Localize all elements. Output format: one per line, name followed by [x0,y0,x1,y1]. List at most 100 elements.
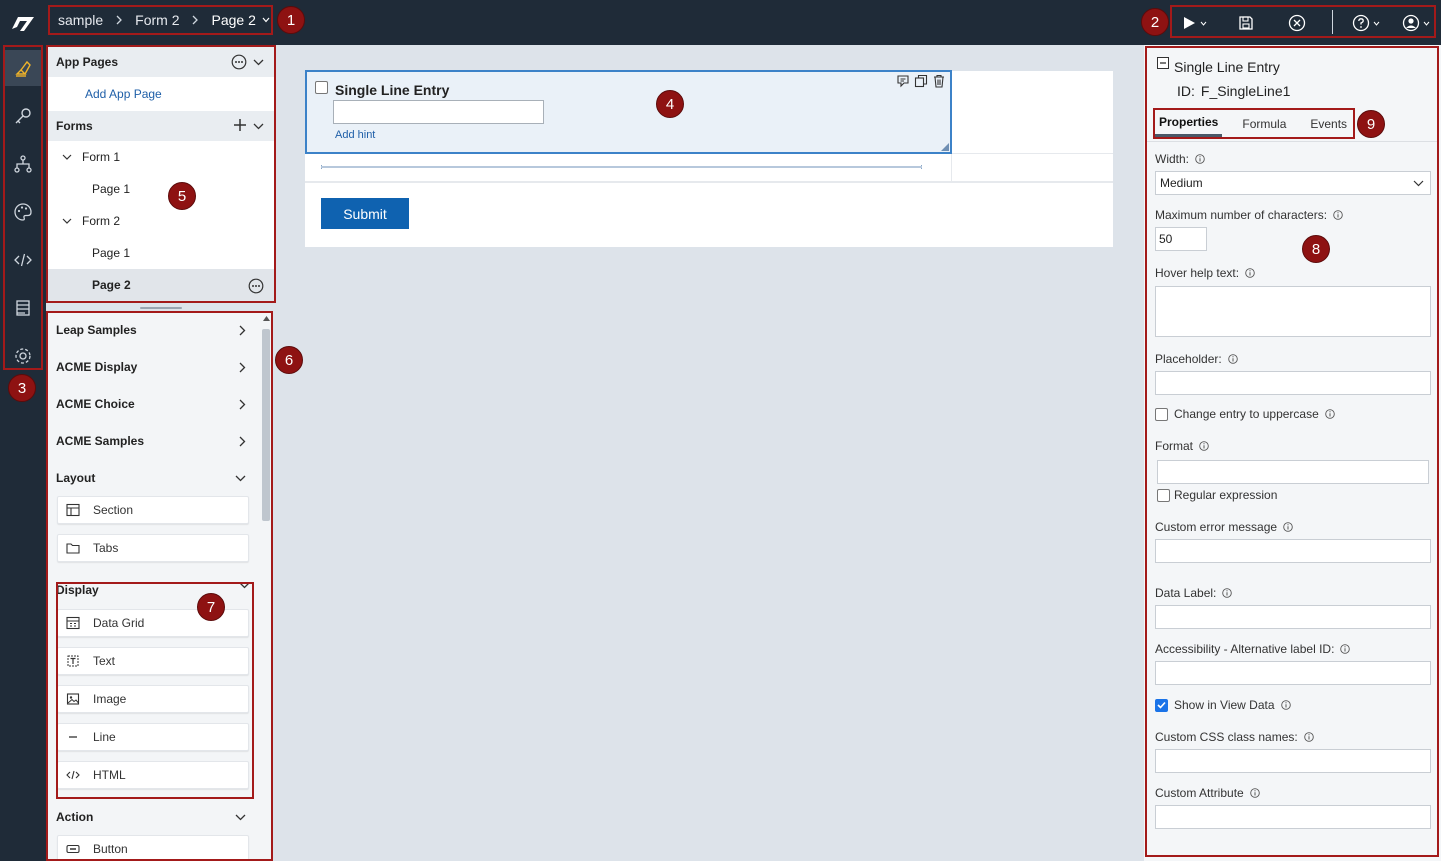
scroll-up-icon[interactable] [263,316,270,321]
save-icon [1238,15,1254,31]
chevron-right-icon [239,362,246,373]
code-icon [66,768,80,782]
tab-events[interactable]: Events [1306,110,1351,137]
annotation-badge-2: 2 [1141,8,1169,36]
category-label: Leap Samples [56,323,137,337]
palette-item-label: Image [93,692,127,706]
forms-header: Forms [48,111,274,141]
data-label-input[interactable] [1155,605,1431,629]
field-text-input[interactable] [333,100,544,124]
info-icon [1325,409,1335,419]
tree-item-label: Form 2 [82,214,121,228]
tree-item-form-2[interactable]: Form 2 [48,205,274,237]
duplicate-icon[interactable] [914,74,928,88]
chevron-down-icon[interactable] [253,59,264,66]
comment-icon[interactable] [896,74,910,88]
category-action[interactable]: Action [56,804,248,830]
resize-handle[interactable] [140,307,182,309]
width-label: Width: [1155,152,1205,166]
annotation-badge-9: 9 [1357,110,1385,138]
pages-tree-panel: App Pages Add App Page Forms Form 1 Page… [46,45,276,303]
show-view-data-checkbox[interactable] [1155,698,1168,712]
more-options-icon[interactable] [248,278,264,294]
max-chars-input[interactable]: 50 [1155,227,1207,251]
add-hint-link[interactable]: Add hint [335,129,375,141]
field-select-checkbox[interactable] [315,81,328,94]
info-icon [1303,732,1314,742]
info-icon [1195,154,1205,164]
palette-item-label: Tabs [93,541,119,555]
toolbar-divider [1332,10,1333,34]
resize-corner-icon[interactable] [941,143,949,151]
tab-formula[interactable]: Formula [1238,110,1290,137]
custom-error-input[interactable] [1155,539,1431,563]
regex-option: Regular expression [1157,488,1277,502]
chevron-down-icon[interactable] [262,17,270,23]
app-pages-title: App Pages [56,55,119,69]
palette-item-section[interactable]: Section [57,496,249,524]
chevron-down-icon [235,814,246,821]
palette-item-text[interactable]: Text [57,647,249,675]
plus-icon[interactable] [233,118,247,132]
single-line-entry-field[interactable]: Single Line Entry Add hint [305,70,952,154]
category-acme-choice[interactable]: ACME Choice [56,391,248,417]
breadcrumb-form[interactable]: Form 2 [135,12,179,28]
category-acme-samples[interactable]: ACME Samples [56,428,248,454]
add-app-page-link[interactable]: Add App Page [48,77,274,111]
chevron-down-icon[interactable] [62,216,72,226]
tree-item-label: Page 1 [92,182,131,196]
line-icon [66,730,80,744]
chevron-down-icon [235,475,246,482]
tree-item-form1-page-1[interactable]: Page 1 [48,173,274,205]
tree-item-form-1[interactable]: Form 1 [48,141,274,173]
palette-item-line[interactable]: Line [57,723,249,751]
line-element[interactable] [321,165,922,169]
more-options-icon[interactable] [231,54,247,70]
palette-item-image[interactable]: Image [57,685,249,713]
text-icon [66,654,80,668]
chevron-down-icon[interactable] [253,123,264,130]
info-icon [1333,210,1343,220]
hover-help-textarea[interactable] [1155,286,1431,337]
help-button[interactable] [1352,13,1380,33]
category-layout[interactable]: Layout [56,465,248,491]
info-icon [1222,588,1233,598]
user-menu-button[interactable] [1402,13,1430,33]
collapse-icon[interactable] [1157,57,1169,69]
accessibility-input[interactable] [1155,661,1431,685]
custom-attribute-input[interactable] [1155,805,1431,829]
submit-button[interactable]: Submit [321,198,409,229]
palette-item-label: Data Grid [93,616,145,630]
chevron-down-icon [1200,21,1207,26]
placeholder-label: Placeholder: [1155,352,1238,366]
format-label-text: Format [1155,439,1194,453]
section-icon [66,503,80,517]
width-select[interactable]: Medium [1155,171,1431,195]
save-button[interactable] [1238,13,1254,33]
chevron-down-icon[interactable] [62,152,72,162]
id-label: ID: [1177,83,1195,99]
tree-item-form2-page-2[interactable]: Page 2 [48,269,274,301]
category-label: Display [56,583,99,597]
breadcrumb-page[interactable]: Page 2 [211,12,255,28]
breadcrumb-app[interactable]: sample [58,12,103,28]
palette-item-html[interactable]: HTML [57,761,249,789]
category-acme-display[interactable]: ACME Display [56,354,248,380]
tree-item-form2-page-1[interactable]: Page 1 [48,237,274,269]
css-class-input[interactable] [1155,749,1431,773]
format-input[interactable] [1157,460,1429,484]
palette-item-tabs[interactable]: Tabs [57,534,249,562]
category-leap-samples[interactable]: Leap Samples [56,317,248,343]
preview-button[interactable] [1182,13,1207,33]
tab-properties[interactable]: Properties [1155,110,1223,137]
regex-checkbox[interactable] [1157,488,1170,502]
placeholder-input[interactable] [1155,371,1431,395]
palette-item-button[interactable]: Button [57,835,249,859]
uppercase-checkbox[interactable] [1155,407,1168,421]
chevron-down-icon [239,582,250,589]
delete-icon[interactable] [932,74,946,88]
palette-scrollbar-thumb[interactable] [262,329,270,521]
breadcrumb: sample Form 2 Page 2 [48,5,273,35]
accessibility-label: Accessibility - Alternative label ID: [1155,642,1351,656]
close-button[interactable] [1288,13,1306,33]
